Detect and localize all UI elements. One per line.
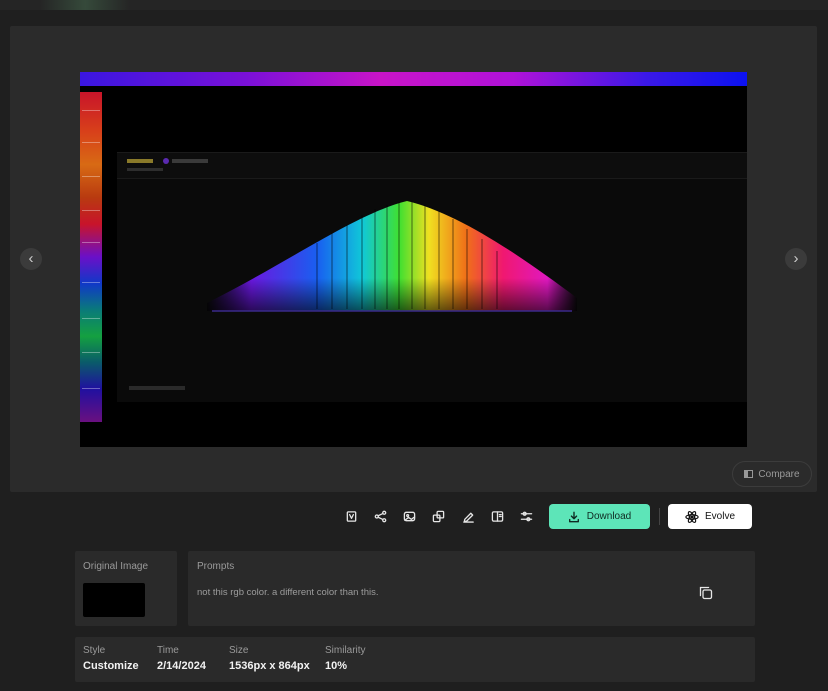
toolbar-divider [659,508,660,525]
split-view-button[interactable] [486,506,508,528]
copy-prompt-button[interactable] [698,585,714,601]
top-bar-glow [40,0,130,10]
image-rgb-top-band [80,72,747,86]
similarity-label: Similarity [325,645,366,656]
compare-button[interactable]: Compare [732,461,812,487]
similarity-field: Similarity 10% [325,645,366,672]
adjust-icon [521,511,533,522]
original-image-card: Original Image [75,551,177,626]
similarity-value: 10% [325,660,348,672]
download-icon [568,511,579,522]
time-label: Time [157,645,179,656]
adjust-button[interactable] [516,506,538,528]
evolve-button[interactable]: Evolve [668,504,752,529]
image-toolbar [340,504,545,529]
split-icon [491,511,504,522]
copy-icon [699,586,713,600]
size-label: Size [229,645,249,656]
download-button[interactable]: Download [549,504,650,529]
image-icon [403,511,416,522]
time-field: Time 2/14/2024 [157,645,206,672]
original-image-label: Original Image [83,561,149,572]
prompts-label: Prompts [197,561,235,572]
evolve-label: Evolve [704,511,735,522]
edit-icon [462,512,474,523]
image-inner-footer [129,386,185,390]
image-inner-panel [117,152,747,402]
bookmark-button[interactable] [340,506,362,528]
original-image-thumbnail[interactable] [83,583,145,617]
top-bar [0,0,828,10]
edit-button[interactable] [457,506,479,528]
compare-label: Compare [758,468,800,480]
generated-image[interactable] [80,72,747,447]
compare-icon [744,470,754,478]
atom-icon [685,510,699,523]
download-label: Download [586,511,632,522]
share-icon [374,510,387,523]
style-field: Style Customize [83,645,139,672]
size-value: 1536px x 864px [229,660,310,672]
style-value: Customize [83,660,139,672]
size-field: Size 1536px x 864px [229,645,310,672]
rainbow-spectrum-graphic [207,201,577,312]
image-button[interactable] [399,506,421,528]
previous-image-button[interactable]: ‹ [20,248,42,270]
upscale-icon [433,510,445,523]
bookmark-icon [346,511,356,522]
upscale-button[interactable] [428,506,450,528]
prompts-card: Prompts not this rgb color. a different … [188,551,755,626]
prompt-text: not this rgb color. a different color th… [197,587,379,598]
share-button[interactable] [369,506,391,528]
image-metadata-card: Style Customize Time 2/14/2024 Size 1536… [75,637,755,682]
style-label: Style [83,645,106,656]
next-image-button[interactable]: › [785,248,807,270]
image-rgb-side-band [80,92,102,422]
time-value: 2/14/2024 [157,660,206,672]
